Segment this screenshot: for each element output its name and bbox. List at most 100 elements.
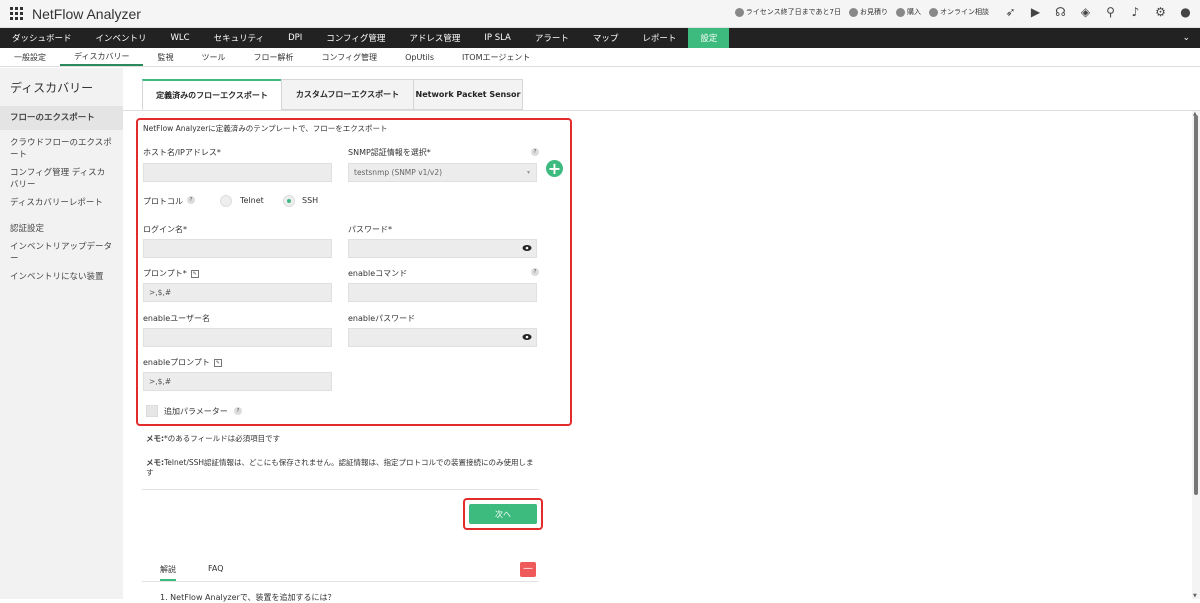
subnav-oputils[interactable]: OpUtils — [391, 48, 448, 66]
chevron-down-icon: ▾ — [526, 169, 530, 176]
user-icon[interactable]: ● — [1179, 5, 1192, 19]
nav-settings[interactable]: 設定 — [688, 28, 730, 48]
sidebar-item-cloud-flow[interactable]: クラウドフローのエクスポート — [0, 134, 123, 164]
sidebar-item-not-in-inventory[interactable]: インベントリにない装置 — [0, 268, 123, 286]
sub-nav: 一般設定 ディスカバリー 監視 ツール フロー解析 コンフィグ管理 OpUtil… — [0, 48, 1200, 67]
main-content: 定義済みのフローエクスポート カスタムフローエクスポート Network Pac… — [123, 68, 1200, 602]
telnet-radio[interactable] — [220, 195, 232, 207]
apps-grid-icon[interactable] — [10, 6, 24, 21]
prompt-label: プロンプト* ✎ — [143, 268, 199, 279]
bell-icon[interactable]: ♪ — [1129, 5, 1142, 19]
eye-icon[interactable] — [522, 244, 532, 252]
note-prefix: メモ: — [146, 434, 164, 443]
sidebar-item-discovery-report[interactable]: ディスカバリーレポート — [0, 194, 123, 212]
video-icon[interactable]: ▶ — [1029, 5, 1042, 19]
ssh-radio[interactable] — [283, 195, 295, 207]
nav-dashboard[interactable]: ダッシュボード — [0, 28, 84, 48]
login-input[interactable] — [143, 239, 332, 258]
note-prefix: メモ: — [146, 458, 164, 467]
password-input[interactable] — [348, 239, 537, 258]
enable-prompt-label-text: enableプロンプト — [143, 358, 210, 367]
prompt-input[interactable]: >,$,# — [143, 283, 332, 302]
nav-map[interactable]: マップ — [581, 28, 631, 48]
buy-pill[interactable]: 購入 — [893, 5, 924, 19]
subnav-monitor[interactable]: 監視 — [143, 48, 187, 66]
collapse-button[interactable]: — — [520, 562, 536, 577]
extra-params-help-icon[interactable]: ? — [234, 407, 242, 415]
next-button[interactable]: 次へ — [469, 504, 537, 524]
scroll-down-icon[interactable]: ▼ — [1193, 593, 1197, 599]
tab-bar: 定義済みのフローエクスポート カスタムフローエクスポート Network Pac… — [142, 79, 523, 110]
scrollbar-thumb[interactable] — [1194, 115, 1198, 495]
snmp-select[interactable]: testsnmp (SNMP v1/v2) ▾ — [348, 163, 537, 182]
sidebar-title: ディスカバリー — [10, 81, 94, 95]
online-text: オンライン相談 — [940, 8, 989, 16]
subnav-itom[interactable]: ITOMエージェント — [448, 48, 544, 66]
quote-icon — [849, 7, 858, 17]
nav-dpi[interactable]: DPI — [276, 28, 314, 48]
subnav-general[interactable]: 一般設定 — [0, 48, 60, 66]
tab-predefined-export[interactable]: 定義済みのフローエクスポート — [142, 79, 282, 110]
sidebar-item-config-discovery[interactable]: コンフィグ管理 ディスカバリー — [0, 164, 123, 194]
prompt-label-text: プロンプト* — [143, 269, 187, 278]
scrollbar[interactable]: ▲ ▼ — [1192, 111, 1200, 599]
subnav-discovery[interactable]: ディスカバリー — [60, 48, 144, 66]
extra-params-checkbox[interactable] — [146, 405, 158, 417]
nav-config[interactable]: コンフィグ管理 — [314, 28, 397, 48]
enable-prompt-input[interactable]: >,$,# — [143, 372, 332, 391]
subnav-tools[interactable]: ツール — [187, 48, 239, 66]
headset-icon[interactable]: ☊ — [1054, 5, 1067, 19]
main-nav: ダッシュボード インベントリ WLC セキュリティ DPI コンフィグ管理 アド… — [0, 28, 1200, 48]
enable-user-input[interactable] — [143, 328, 332, 347]
sidebar-item-inventory-updater[interactable]: インベントリアップデーター — [0, 238, 123, 268]
nav-report[interactable]: レポート — [630, 28, 688, 48]
cart-icon — [896, 7, 905, 17]
note-credentials: メモ:Telnet/SSH認証情報は、どこにも保存されません。認証情報は、指定プ… — [146, 458, 546, 478]
nav-wlc[interactable]: WLC — [159, 28, 202, 48]
quote-text: お見積り — [860, 8, 888, 16]
add-credential-button[interactable]: + — [546, 160, 563, 177]
host-label: ホスト名/IPアドレス* — [143, 148, 221, 157]
password-label: パスワード* — [348, 225, 392, 234]
license-pill[interactable]: ライセンス終了日まであと7日 — [732, 5, 844, 19]
sidebar: ディスカバリー フローのエクスポート クラウドフローのエクスポート コンフィグ管… — [0, 68, 123, 599]
subnav-config[interactable]: コンフィグ管理 — [307, 48, 391, 66]
license-text: ライセンス終了日まであと7日 — [745, 8, 841, 16]
subnav-flow[interactable]: フロー解析 — [239, 48, 307, 66]
eye-icon[interactable] — [522, 333, 532, 341]
enable-cmd-help-icon[interactable]: ? — [531, 268, 539, 276]
gift-icon[interactable]: ◈ — [1079, 5, 1092, 19]
enable-pass-input[interactable] — [348, 328, 537, 347]
note-required: メモ:*のあるフィールドは必須項目です — [146, 434, 280, 444]
tab-custom-export[interactable]: カスタムフローエクスポート — [281, 79, 414, 110]
tab-faq[interactable]: FAQ — [208, 564, 224, 573]
tab-explanation[interactable]: 解説 — [160, 564, 176, 581]
next-button-highlight: 次へ — [463, 498, 543, 530]
buy-text: 購入 — [907, 8, 921, 16]
online-pill[interactable]: オンライン相談 — [926, 5, 992, 19]
tab-packet-sensor[interactable]: Network Packet Sensor — [413, 79, 523, 110]
help-item[interactable]: 1. NetFlow Analyzerで、装置を追加するには？ — [160, 592, 336, 603]
nav-alert[interactable]: アラート — [523, 28, 581, 48]
snmp-help-icon[interactable]: ? — [531, 148, 539, 156]
nav-address[interactable]: アドレス管理 — [397, 28, 472, 48]
note-text: *のあるフィールドは必須項目です — [164, 434, 281, 443]
host-input[interactable] — [143, 163, 332, 182]
protocol-help-icon[interactable]: ? — [187, 196, 195, 204]
rocket-icon[interactable]: ➶ — [1004, 5, 1017, 19]
nav-expand-icon[interactable]: ⌄ — [1172, 28, 1200, 48]
protocol-label: プロトコル — [143, 197, 183, 206]
gear-icon[interactable]: ⚙ — [1154, 5, 1167, 19]
nav-ipsla[interactable]: IP SLA — [472, 28, 522, 48]
extra-params-label: 追加パラメーター — [164, 407, 228, 416]
enable-cmd-input[interactable] — [348, 283, 537, 302]
sidebar-item-credentials[interactable]: 認証設定 — [0, 220, 123, 238]
edit-icon[interactable]: ✎ — [190, 269, 199, 278]
nav-security[interactable]: セキュリティ — [202, 28, 277, 48]
enable-cmd-label: enableコマンド — [348, 269, 408, 278]
sidebar-item-flow-export[interactable]: フローのエクスポート — [0, 106, 123, 130]
quote-pill[interactable]: お見積り — [846, 5, 891, 19]
edit-icon[interactable]: ✎ — [213, 358, 222, 367]
search-icon[interactable]: ⚲ — [1104, 5, 1117, 19]
nav-inventory[interactable]: インベントリ — [84, 28, 159, 48]
